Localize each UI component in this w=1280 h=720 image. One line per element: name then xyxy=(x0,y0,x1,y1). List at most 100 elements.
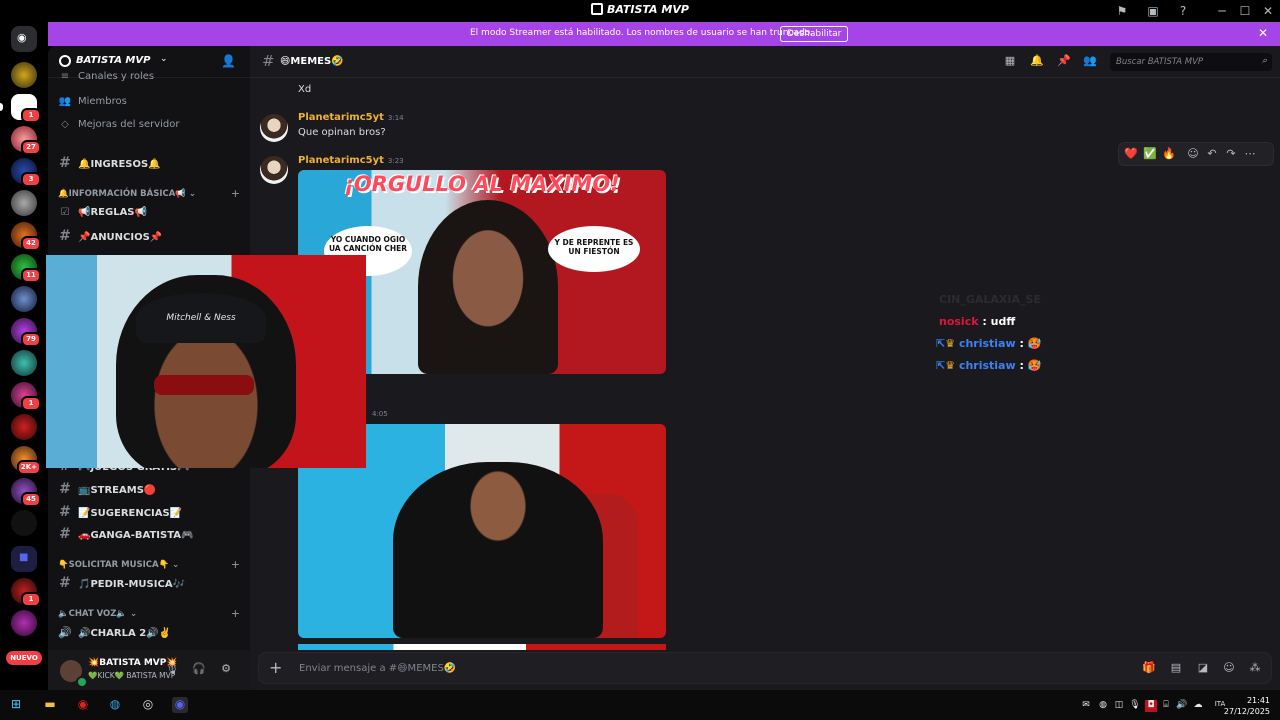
message-input[interactable]: + Enviar mensaje a #😄MEMES🤣 🎁 ▤ ◪ ☺ ⁂ xyxy=(258,652,1272,684)
windows-start-icon[interactable]: ⊞ xyxy=(8,697,24,713)
server-icon[interactable] xyxy=(11,62,37,88)
message-placeholder: Enviar mensaje a #😄MEMES🤣 xyxy=(299,663,457,674)
message-author[interactable]: Planetarimc5yt 3:14 xyxy=(298,112,404,123)
members-link[interactable]: 👥 Miembros xyxy=(56,92,242,112)
server-icon[interactable] xyxy=(11,610,37,636)
channels-and-roles-link[interactable]: ≡ Canales y roles xyxy=(56,70,242,84)
server-icon-batista[interactable]: 1 xyxy=(0,94,41,123)
members-icon[interactable]: 👥 xyxy=(1082,54,1098,70)
reaction-heart[interactable]: ❤️ xyxy=(1123,147,1139,160)
add-channel-icon[interactable]: + xyxy=(231,607,240,620)
server-icon[interactable] xyxy=(11,190,37,216)
category-chat-voz[interactable]: 🔈CHAT VOZ🔈 ⌄ + xyxy=(58,607,240,620)
settings-gear-icon[interactable]: ⚙ xyxy=(218,662,234,678)
tray-icon[interactable]: ◫ xyxy=(1113,700,1125,712)
stream-image[interactable] xyxy=(298,644,666,650)
new-badge[interactable]: NUEVO xyxy=(6,651,42,665)
close-button[interactable]: ✕ xyxy=(1260,3,1276,19)
search-input[interactable]: Buscar BATISTA MVP ⌕ xyxy=(1110,53,1272,71)
more-icon[interactable]: ⋯ xyxy=(1242,147,1258,160)
server-icon[interactable] xyxy=(11,414,37,440)
app-icon[interactable]: ◉ xyxy=(75,697,91,713)
server-icon[interactable] xyxy=(11,510,37,536)
gif-icon[interactable]: ▤ xyxy=(1168,661,1184,677)
minimize-button[interactable]: ─ xyxy=(1214,3,1230,19)
tray-icon[interactable]: ☁ xyxy=(1192,700,1204,712)
category-informacion-basica[interactable]: 🔔INFORMACIÓN BÁSICA📢 ⌄ + xyxy=(58,187,240,200)
reaction-check[interactable]: ✅ xyxy=(1142,147,1158,160)
add-channel-icon[interactable]: + xyxy=(231,558,240,571)
server-icon[interactable]: 42 xyxy=(11,222,41,251)
boost-icon: ◇ xyxy=(61,119,69,130)
microphone-tray-icon[interactable]: 🎙 xyxy=(1129,700,1141,712)
forward-icon[interactable]: ↷ xyxy=(1223,147,1239,160)
edge-icon[interactable]: ◍ xyxy=(107,697,123,713)
channel-reglas[interactable]: ☑ 📢REGLAS📢 xyxy=(56,203,242,223)
channel-streams[interactable]: # 📺STREAMS🔴 xyxy=(56,479,242,499)
threads-icon[interactable]: ▦ xyxy=(1002,54,1018,70)
channel-sugerencias[interactable]: # 📝SUGERENCIAS📝 xyxy=(56,502,242,522)
reply-icon[interactable]: ↶ xyxy=(1204,147,1220,160)
maximize-button[interactable]: ☐ xyxy=(1237,3,1253,19)
add-member-icon[interactable]: 👤 xyxy=(221,54,236,68)
channel-ganga-batista[interactable]: # 🚗GANGA-BATISTA🎮 xyxy=(56,524,242,544)
hash-icon: # xyxy=(59,155,71,171)
sunglasses xyxy=(154,375,254,395)
server-icon[interactable]: 1 xyxy=(11,382,41,411)
apps-icon[interactable]: ⁂ xyxy=(1247,661,1263,677)
obs-icon[interactable]: ◎ xyxy=(140,697,156,713)
tray-icon[interactable]: ✉ xyxy=(1080,700,1092,712)
chevron-down-icon[interactable]: ⌄ xyxy=(160,54,168,64)
server-icon[interactable]: 3 xyxy=(11,158,41,187)
server-icon[interactable]: 1 xyxy=(11,578,41,607)
tray-icon[interactable]: ◘ xyxy=(1145,700,1157,712)
add-reaction-icon[interactable]: ☺ xyxy=(1185,147,1201,160)
clock[interactable]: 21:41 27/12/2025 xyxy=(1224,695,1270,717)
channel-anuncios[interactable]: # 📌ANUNCIOS📌 xyxy=(56,226,242,246)
attach-plus-icon[interactable]: + xyxy=(269,658,282,677)
server-icon[interactable]: 27 xyxy=(11,126,41,155)
avatar[interactable] xyxy=(260,114,288,142)
overlay-chat-line: nosick : udff xyxy=(939,315,1016,328)
bell-icon[interactable]: 🔔 xyxy=(1029,54,1045,70)
hash-icon: # xyxy=(59,504,71,520)
server-icon[interactable]: 11 xyxy=(11,254,41,283)
server-name[interactable]: BATISTA MVP xyxy=(76,55,150,66)
hash-icon: # xyxy=(262,52,275,70)
emoji-icon[interactable]: ☺ xyxy=(1221,661,1237,677)
volume-icon[interactable]: 🔊 xyxy=(1176,700,1188,712)
flag-icon[interactable]: ⚑ xyxy=(1114,3,1130,19)
channel-pedir-musica[interactable]: # 🎵PEDIR-MUSICA🎶 xyxy=(56,573,242,593)
server-icon[interactable]: 45 xyxy=(11,478,41,507)
category-solicitar-musica[interactable]: 👇SOLICITAR MUSICA👇 ⌄ + xyxy=(58,558,240,571)
tray-icon[interactable]: ◍ xyxy=(1097,700,1109,712)
close-banner-icon[interactable]: ✕ xyxy=(1258,26,1268,40)
add-channel-icon[interactable]: + xyxy=(231,187,240,200)
message-time: 3:23 xyxy=(387,157,404,165)
network-icon[interactable]: ⌸ xyxy=(1160,700,1172,712)
server-boosts-link[interactable]: ◇ Mejoras del servidor xyxy=(56,115,242,135)
server-icon[interactable]: 79 xyxy=(11,318,41,347)
file-explorer-icon[interactable]: ▬ xyxy=(42,697,58,713)
server-icon[interactable] xyxy=(11,286,37,312)
gift-icon[interactable]: 🎁 xyxy=(1141,661,1157,677)
message-author[interactable]: Planetarimc5yt 3:23 xyxy=(298,155,404,166)
reaction-fire[interactable]: 🔥 xyxy=(1161,147,1177,160)
microphone-icon[interactable]: 🎙 xyxy=(164,662,180,678)
avatar[interactable] xyxy=(260,156,288,184)
server-icon[interactable] xyxy=(11,350,37,376)
folder-icon[interactable]: ■ xyxy=(11,546,37,572)
sticker-icon[interactable]: ◪ xyxy=(1195,661,1211,677)
discord-taskbar-icon[interactable]: ◉ xyxy=(172,697,188,713)
channel-ingresos[interactable]: # 🔔INGRESOS🔔 xyxy=(56,153,242,173)
cap-logo: Mitchell & Ness xyxy=(166,313,236,323)
disable-streamer-button[interactable]: Deshabilitar xyxy=(780,26,849,42)
pin-icon[interactable]: 📌 xyxy=(1056,54,1072,70)
headphones-icon[interactable]: 🎧 xyxy=(191,662,207,678)
discord-home-icon[interactable]: ◉ xyxy=(11,26,37,52)
voice-channel-charla-2[interactable]: 🔊 🔊CHARLA 2🔊✌️ xyxy=(56,623,242,643)
server-icon[interactable]: 2K+ xyxy=(11,446,41,475)
inbox-icon[interactable]: ▣ xyxy=(1145,3,1161,19)
help-icon[interactable]: ? xyxy=(1175,3,1191,19)
streamer-mode-banner: El modo Streamer está habilitado. Los no… xyxy=(48,22,1280,46)
